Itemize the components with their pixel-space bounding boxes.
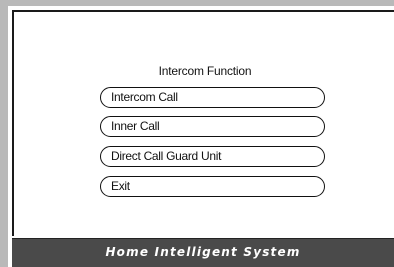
footer-bar: Home Intelligent System xyxy=(12,238,394,267)
direct-call-guard-unit-button[interactable]: Direct Call Guard Unit xyxy=(100,146,325,167)
intercom-call-button[interactable]: Intercom Call xyxy=(100,87,325,108)
inner-call-label: Inner Call xyxy=(111,119,160,133)
device-panel: Intercom Function Intercom Call Inner Ca… xyxy=(0,0,394,267)
footer-brand-text: Home Intelligent System xyxy=(105,245,301,259)
exit-label: Exit xyxy=(111,179,130,193)
top-frame-bar xyxy=(0,0,394,6)
intercom-call-label: Intercom Call xyxy=(111,90,178,104)
direct-call-guard-unit-label: Direct Call Guard Unit xyxy=(111,149,222,163)
left-frame-bar xyxy=(0,0,8,267)
screen-title: Intercom Function xyxy=(158,64,252,78)
exit-button[interactable]: Exit xyxy=(100,176,325,197)
inner-call-button[interactable]: Inner Call xyxy=(100,116,325,137)
intercom-screen: Intercom Function Intercom Call Inner Ca… xyxy=(12,10,394,236)
